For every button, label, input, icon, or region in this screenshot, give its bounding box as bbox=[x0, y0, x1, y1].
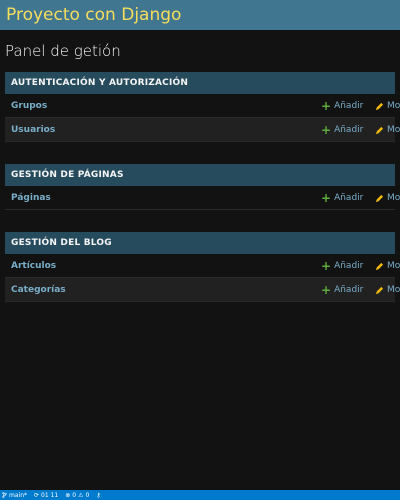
row-actions: + Añadir Mod bbox=[321, 186, 400, 210]
add-label: Añadir bbox=[334, 261, 364, 271]
pencil-icon bbox=[375, 194, 384, 202]
module-caption[interactable]: Gestión de páginas bbox=[5, 164, 395, 186]
pencil-icon bbox=[375, 126, 384, 134]
change-link[interactable]: Mod bbox=[375, 101, 400, 111]
add-link[interactable]: + Añadir bbox=[321, 192, 375, 204]
row-actions: + Añadir Mod bbox=[321, 94, 400, 118]
add-link[interactable]: + Añadir bbox=[321, 124, 375, 136]
key-icon: ⚷ bbox=[96, 491, 101, 499]
model-row-paginas: Páginas + Añadir Mod bbox=[5, 186, 400, 210]
change-label: Mod bbox=[387, 261, 400, 271]
model-row-categorias: Categorías + Añadir Mod bbox=[5, 278, 400, 302]
site-header: Proyecto con Django bbox=[0, 0, 400, 30]
module-caption[interactable]: Autenticación y autorización bbox=[5, 72, 395, 94]
change-link[interactable]: Mod bbox=[375, 193, 400, 203]
module-caption-label[interactable]: Gestión de páginas bbox=[11, 170, 124, 180]
sync-label: 01 11 bbox=[41, 491, 59, 499]
add-label: Añadir bbox=[334, 125, 364, 135]
sync-icon: ⟳ bbox=[34, 491, 40, 499]
change-label: Mod bbox=[387, 125, 400, 135]
sync-indicator[interactable]: ⟳ 01 11 bbox=[34, 492, 58, 499]
add-label: Añadir bbox=[334, 285, 364, 295]
plus-icon: + bbox=[321, 283, 332, 297]
plus-icon: + bbox=[321, 191, 332, 205]
branch-indicator[interactable]: main* bbox=[2, 492, 27, 499]
plus-icon: + bbox=[321, 99, 332, 113]
row-actions: + Añadir Mod bbox=[321, 118, 400, 142]
add-link[interactable]: + Añadir bbox=[321, 100, 375, 112]
model-row-grupos: Grupos + Añadir Mod bbox=[5, 94, 400, 118]
page-title: Panel de getión bbox=[5, 42, 121, 60]
change-label: Mod bbox=[387, 101, 400, 111]
pencil-icon bbox=[375, 262, 384, 270]
pencil-icon bbox=[375, 286, 384, 294]
site-brand-link[interactable]: Proyecto con Django bbox=[6, 5, 181, 25]
add-link[interactable]: + Añadir bbox=[321, 284, 375, 296]
plus-icon: + bbox=[321, 259, 332, 273]
change-label: Mod bbox=[387, 193, 400, 203]
change-link[interactable]: Mod bbox=[375, 261, 400, 271]
model-row-usuarios: Usuarios + Añadir Mod bbox=[5, 118, 400, 142]
model-row-articulos: Artículos + Añadir Mod bbox=[5, 254, 400, 278]
change-link[interactable]: Mod bbox=[375, 285, 400, 295]
add-link[interactable]: + Añadir bbox=[321, 260, 375, 272]
row-actions: + Añadir Mod bbox=[321, 254, 400, 278]
pencil-icon bbox=[375, 102, 384, 110]
branch-label: main* bbox=[9, 491, 27, 499]
module-caption[interactable]: Gestión del blog bbox=[5, 232, 395, 254]
change-link[interactable]: Mod bbox=[375, 125, 400, 135]
warning-icon: ⚠ bbox=[78, 491, 84, 499]
main-content: Panel de getión Autenticación y autoriza… bbox=[0, 30, 400, 302]
module-caption-label[interactable]: Autenticación y autorización bbox=[11, 78, 188, 88]
warnings-count: 0 bbox=[85, 491, 90, 499]
change-label: Mod bbox=[387, 285, 400, 295]
module-blog: Gestión del blog Artículos + Añadir Mod … bbox=[5, 232, 400, 302]
git-branch-icon bbox=[2, 492, 7, 498]
plus-icon: + bbox=[321, 123, 332, 137]
add-label: Añadir bbox=[334, 193, 364, 203]
errors-count: 0 bbox=[72, 491, 77, 499]
row-actions: + Añadir Mod bbox=[321, 278, 400, 302]
module-auth: Autenticación y autorización Grupos + Añ… bbox=[5, 72, 400, 142]
error-icon: ⊗ bbox=[65, 491, 71, 499]
problems-indicator[interactable]: ⊗ 0 ⚠ 0 bbox=[65, 492, 89, 499]
add-label: Añadir bbox=[334, 101, 364, 111]
extra-indicator[interactable]: ⚷ bbox=[96, 492, 100, 499]
module-caption-label[interactable]: Gestión del blog bbox=[11, 238, 112, 248]
module-paginas: Gestión de páginas Páginas + Añadir Mod bbox=[5, 164, 400, 210]
editor-statusbar: main* ⟳ 01 11 ⊗ 0 ⚠ 0 ⚷ bbox=[0, 490, 400, 500]
